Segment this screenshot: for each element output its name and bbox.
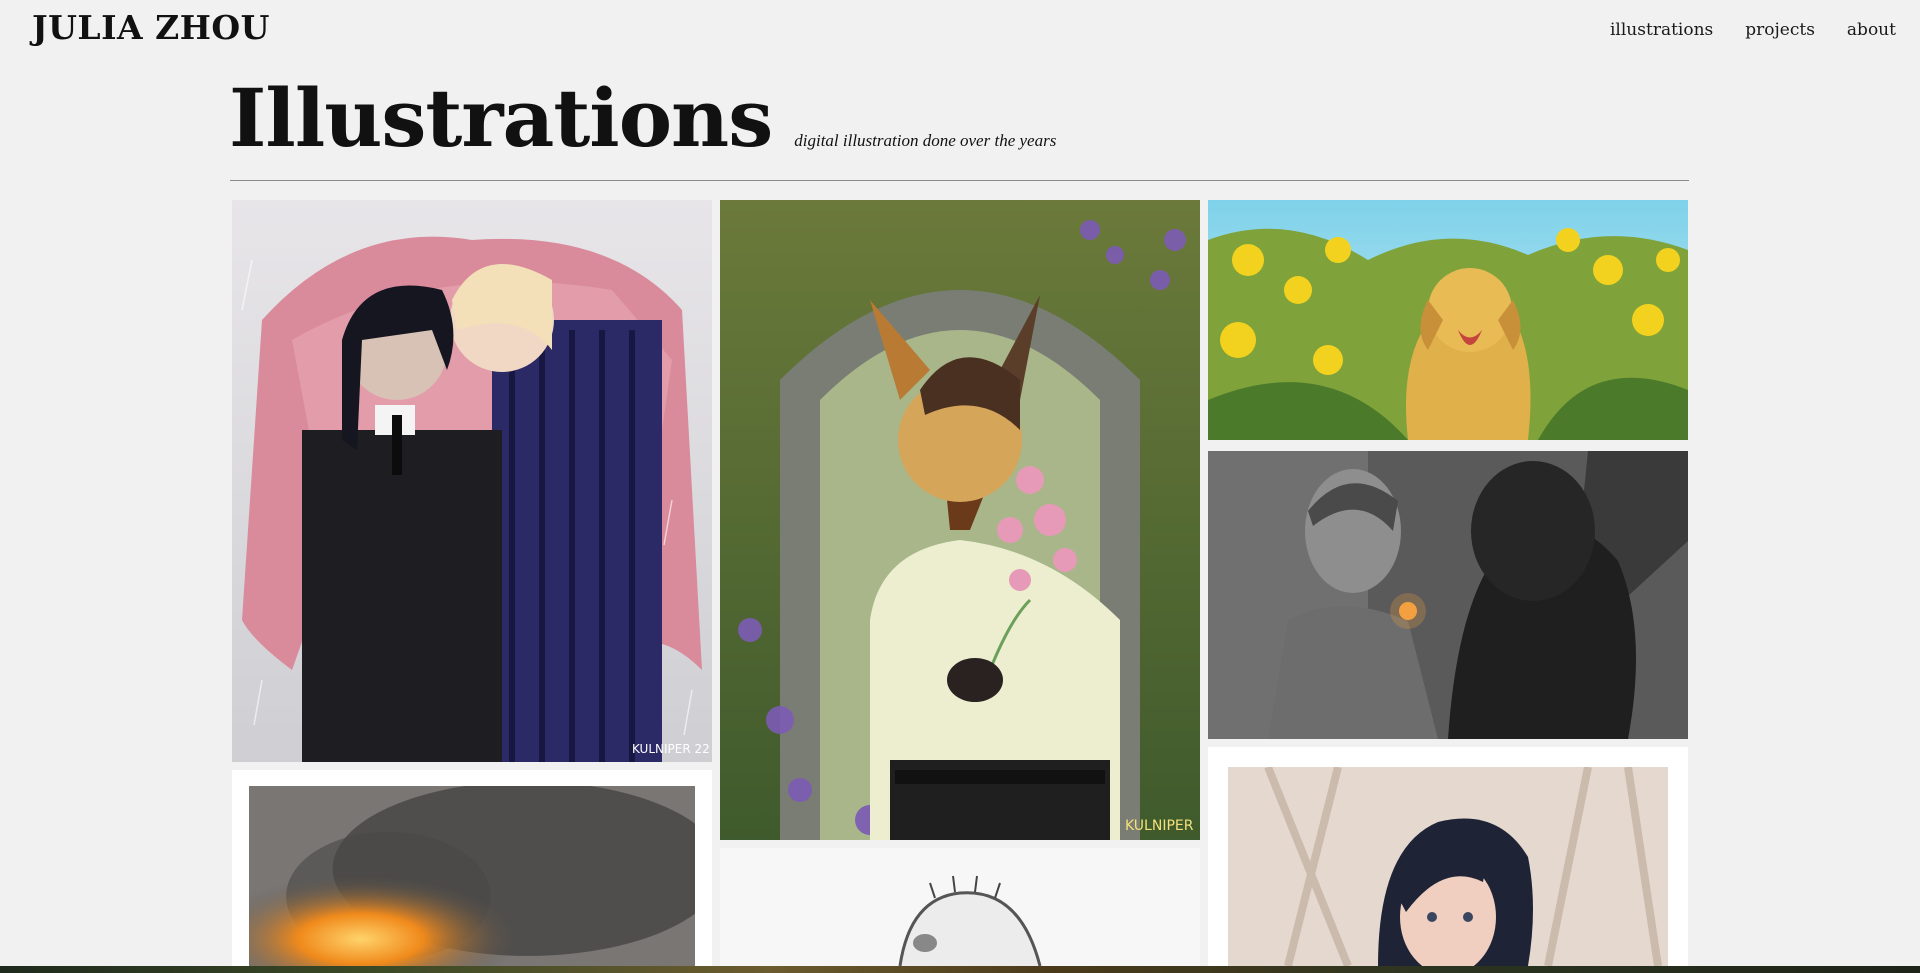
illustration-wolf-with-flowers-image: KULNIPER: [720, 200, 1200, 840]
page-title: Illustrations: [229, 71, 773, 165]
signature-text: KULNIPER 22: [632, 742, 710, 756]
gallery-item-portrait[interactable]: [1208, 747, 1688, 966]
gallery-item-rain-duo[interactable]: KULNIPER 22: [232, 200, 712, 762]
gallery-item-fire[interactable]: [232, 770, 712, 966]
gallery-item-wolf-flowers[interactable]: KULNIPER: [720, 200, 1200, 840]
gallery-item-sketch[interactable]: [720, 848, 1200, 966]
nav-link-about[interactable]: about: [1847, 20, 1896, 40]
illustration-grayscale-fire-image: [249, 786, 695, 966]
illustration-rain-umbrella-duo-image: KULNIPER 22: [232, 200, 712, 762]
page-subtitle: digital illustration done over the years: [794, 131, 1057, 150]
main-nav: illustrations projects about: [1610, 20, 1896, 40]
bottom-image-strip: [0, 966, 1920, 973]
gallery-item-golden-dog[interactable]: [1208, 200, 1688, 440]
illustration-dark-haired-portrait-image: [1228, 767, 1668, 966]
illustration-grayscale-lighting-cigarette-image: [1208, 451, 1688, 739]
illustration-golden-dog-in-flowers-image: [1208, 200, 1688, 440]
nav-link-illustrations[interactable]: illustrations: [1610, 20, 1713, 40]
site-title[interactable]: JULIA ZHOU: [32, 8, 270, 47]
illustration-sketch-animal-image: [720, 848, 1200, 966]
nav-link-projects[interactable]: projects: [1745, 20, 1815, 40]
heading-divider: [230, 180, 1689, 181]
page-heading: Illustrations digital illustration done …: [229, 78, 1056, 158]
signature-text: KULNIPER: [1125, 818, 1194, 834]
gallery-item-grayscale-lighting[interactable]: [1208, 451, 1688, 739]
